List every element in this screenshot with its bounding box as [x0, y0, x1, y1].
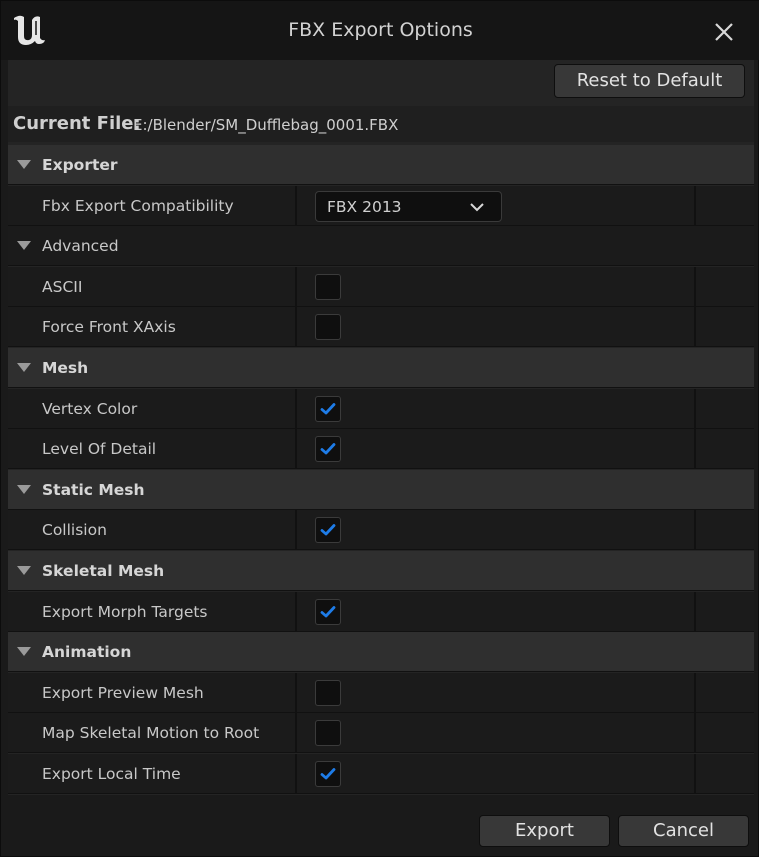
column-divider[interactable] [295, 307, 297, 347]
column-divider[interactable] [295, 592, 297, 632]
property-row-fbx-export-compatibility: Fbx Export Compatibility FBX 2013 [8, 186, 754, 226]
chevron-down-icon [470, 203, 484, 212]
checkmark-icon [320, 403, 336, 415]
category-exporter[interactable]: Exporter [8, 145, 754, 185]
property-label: Map Skeletal Motion to Root [42, 724, 260, 742]
map-skeletal-motion-to-root-checkbox[interactable] [315, 720, 341, 746]
property-label: Force Front XAxis [42, 318, 176, 336]
property-row-export-local-time: Export Local Time [8, 754, 754, 794]
row-separator [8, 590, 754, 591]
collision-checkbox[interactable] [315, 517, 341, 543]
category-label: Exporter [42, 156, 118, 174]
close-icon[interactable] [709, 17, 739, 47]
category-label: Skeletal Mesh [42, 562, 165, 580]
column-divider[interactable] [295, 267, 297, 307]
property-label: Fbx Export Compatibility [42, 197, 234, 215]
row-separator [8, 549, 754, 550]
details-panel: Reset to Default Current File: E:/Blende… [8, 60, 754, 795]
triangle-down-icon[interactable] [17, 241, 31, 250]
column-divider[interactable] [295, 186, 297, 226]
column-divider[interactable] [295, 510, 297, 550]
fbx-export-compatibility-dropdown[interactable]: FBX 2013 [315, 191, 502, 222]
current-file-row: Current File: E:/Blender/SM_Dufflebag_00… [8, 106, 754, 142]
column-divider[interactable] [295, 389, 297, 429]
category-skeletal-mesh[interactable]: Skeletal Mesh [8, 551, 754, 591]
category-mesh[interactable]: Mesh [8, 348, 754, 388]
column-divider [694, 754, 696, 794]
property-label: Collision [42, 521, 107, 539]
property-row-force-front-xaxis: Force Front XAxis [8, 307, 754, 347]
triangle-down-icon[interactable] [17, 566, 31, 575]
current-file-label: Current File: [13, 113, 141, 134]
title-bar: FBX Export Options [1, 1, 759, 60]
column-divider [694, 673, 696, 713]
level-of-detail-checkbox[interactable] [315, 436, 341, 462]
category-static-mesh[interactable]: Static Mesh [8, 470, 754, 510]
row-separator [8, 671, 754, 672]
row-separator [8, 468, 754, 469]
column-divider [694, 429, 696, 469]
column-divider[interactable] [295, 713, 297, 753]
export-local-time-checkbox[interactable] [315, 761, 341, 787]
row-separator [8, 387, 754, 388]
property-row-export-preview-mesh: Export Preview Mesh [8, 673, 754, 713]
column-divider [694, 389, 696, 429]
force-front-xaxis-checkbox[interactable] [315, 314, 341, 340]
export-button[interactable]: Export [479, 815, 610, 847]
row-separator [8, 346, 754, 347]
column-divider[interactable] [295, 673, 297, 713]
column-divider[interactable] [295, 754, 297, 794]
row-separator [8, 793, 754, 794]
property-label: Export Morph Targets [42, 603, 208, 621]
dropdown-value: FBX 2013 [327, 198, 402, 216]
property-label: ASCII [42, 278, 83, 296]
column-divider [694, 592, 696, 632]
export-morph-targets-checkbox[interactable] [315, 599, 341, 625]
checkmark-icon [320, 606, 336, 618]
current-file-path: E:/Blender/SM_Dufflebag_0001.FBX [133, 116, 399, 134]
property-row-vertex-color: Vertex Color [8, 389, 754, 429]
row-separator [8, 752, 754, 753]
toolbar: Reset to Default [8, 60, 754, 102]
row-separator [8, 184, 754, 185]
column-divider [694, 267, 696, 307]
vertex-color-checkbox[interactable] [315, 396, 341, 422]
property-label: Level Of Detail [42, 440, 157, 458]
category-label: Static Mesh [42, 481, 145, 499]
column-divider [694, 307, 696, 347]
property-row-export-morph-targets: Export Morph Targets [8, 592, 754, 632]
property-label: Export Preview Mesh [42, 684, 204, 702]
property-label: Export Local Time [42, 765, 181, 783]
checkmark-icon [320, 768, 336, 780]
triangle-down-icon[interactable] [17, 647, 31, 656]
category-advanced[interactable]: Advanced [8, 226, 754, 266]
triangle-down-icon[interactable] [17, 485, 31, 494]
column-divider [694, 186, 696, 226]
export-preview-mesh-checkbox[interactable] [315, 680, 341, 706]
category-label: Advanced [42, 237, 119, 255]
triangle-down-icon[interactable] [17, 363, 31, 372]
category-label: Animation [42, 643, 132, 661]
row-separator [8, 265, 754, 266]
category-label: Mesh [42, 359, 89, 377]
property-row-collision: Collision [8, 510, 754, 550]
checkmark-icon [320, 443, 336, 455]
column-divider[interactable] [295, 429, 297, 469]
cancel-button[interactable]: Cancel [618, 815, 749, 847]
column-divider [694, 510, 696, 550]
ascii-checkbox[interactable] [315, 274, 341, 300]
property-row-level-of-detail: Level Of Detail [8, 429, 754, 469]
property-row-map-skeletal-motion-to-root: Map Skeletal Motion to Root [8, 713, 754, 753]
export-options-window: FBX Export Options Reset to Default Curr… [0, 0, 759, 857]
category-animation[interactable]: Animation [8, 632, 754, 672]
window-title: FBX Export Options [288, 19, 473, 41]
triangle-down-icon[interactable] [17, 160, 31, 169]
checkmark-icon [320, 524, 336, 536]
property-label: Vertex Color [42, 400, 138, 418]
reset-to-default-button[interactable]: Reset to Default [554, 64, 745, 98]
property-row-ascii: ASCII [8, 267, 754, 307]
column-divider [694, 713, 696, 753]
